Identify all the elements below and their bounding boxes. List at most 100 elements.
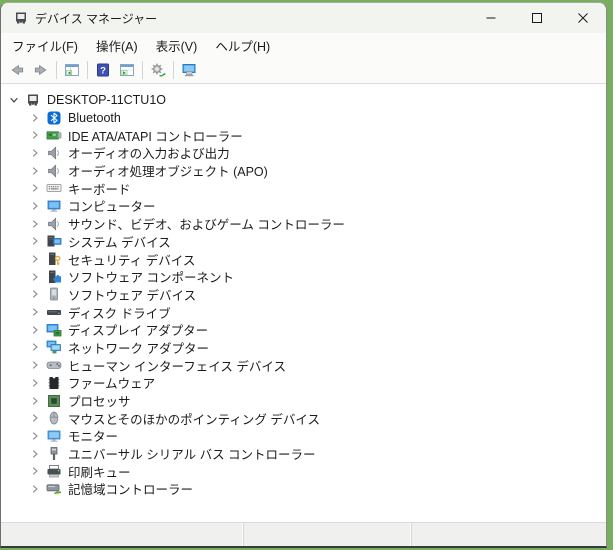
chevron-right-icon[interactable]: [28, 446, 42, 462]
menu-item-file[interactable]: ファイル(F): [3, 33, 87, 58]
action-pane-button[interactable]: [115, 59, 139, 81]
ide-controller-icon: [46, 131, 62, 140]
chevron-right-icon[interactable]: [28, 375, 42, 391]
tree-item-17[interactable]: プロセッサ: [1, 392, 606, 410]
tree-item-label: オーディオ処理オブジェクト (APO): [68, 165, 268, 180]
network-adapter-icon: [46, 339, 62, 355]
hid-icon: [46, 361, 62, 370]
tree-item-7[interactable]: サウンド、ビデオ、およびゲーム コントローラー: [1, 215, 606, 233]
close-button[interactable]: [560, 3, 606, 33]
chevron-right-icon[interactable]: [28, 481, 42, 497]
tree-item-label: ネットワーク アダプター: [68, 341, 209, 356]
chevron-right-icon[interactable]: [28, 216, 42, 232]
hid-icon: [46, 357, 62, 373]
chevron-right-icon[interactable]: [28, 269, 42, 285]
menu-item-help[interactable]: ヘルプ(H): [206, 33, 279, 58]
monitor-device-icon: [182, 64, 196, 77]
printer-icon: [46, 463, 62, 479]
software-component-icon: [46, 269, 62, 285]
forward-button[interactable]: [29, 59, 53, 81]
tree-item-15[interactable]: ヒューマン インターフェイス デバイス: [1, 356, 606, 374]
tree-item-11[interactable]: ソフトウェア デバイス: [1, 286, 606, 304]
tree-item-root[interactable]: DESKTOP-11CTU1O: [1, 91, 606, 109]
tree-item-22[interactable]: 記憶域コントローラー: [1, 480, 606, 498]
chevron-right-icon[interactable]: [28, 428, 42, 444]
arrow-right-icon: [34, 64, 47, 76]
tree-item-1[interactable]: Bluetooth: [1, 109, 606, 127]
chevron-right-icon[interactable]: [28, 163, 42, 179]
tree-item-9[interactable]: セキュリティ デバイス: [1, 250, 606, 268]
software-device-icon: [50, 288, 58, 301]
chevron-down-icon[interactable]: [7, 92, 21, 108]
tree-item-13[interactable]: ディスプレイ アダプター: [1, 321, 606, 339]
menu-item-action[interactable]: 操作(A): [87, 33, 147, 58]
speaker-icon: [46, 216, 62, 232]
chevron-right-icon[interactable]: [28, 180, 42, 196]
tree-item-label: 印刷キュー: [68, 465, 131, 480]
toolbar: ?: [1, 57, 606, 84]
minimize-button[interactable]: [468, 3, 514, 33]
chevron-right-icon[interactable]: [28, 322, 42, 338]
tree-item-10[interactable]: ソフトウェア コンポーネント: [1, 268, 606, 286]
tree-item-label: IDE ATA/ATAPI コントローラー: [68, 129, 243, 144]
chevron-right-icon[interactable]: [28, 410, 42, 426]
chevron-right-icon[interactable]: [28, 463, 42, 479]
chevron-right-icon[interactable]: [28, 357, 42, 373]
keyboard-icon: [46, 180, 62, 196]
tree-item-14[interactable]: ネットワーク アダプター: [1, 339, 606, 357]
tree-item-16[interactable]: ファームウェア: [1, 374, 606, 392]
tree-item-18[interactable]: マウスとそのほかのポインティング デバイス: [1, 409, 606, 427]
chevron-right-icon[interactable]: [28, 393, 42, 409]
chevron-right-icon[interactable]: [28, 339, 42, 355]
chevron-right-icon[interactable]: [28, 233, 42, 249]
tree-item-label: コンピューター: [68, 200, 156, 215]
tree-item-19[interactable]: モニター: [1, 427, 606, 445]
chevron-right-icon[interactable]: [28, 304, 42, 320]
chevron-right-icon[interactable]: [28, 145, 42, 161]
speaker-icon: [48, 217, 59, 231]
tree-item-6[interactable]: コンピューター: [1, 197, 606, 215]
tree-item-label: システム デバイス: [68, 235, 171, 250]
svg-text:?: ?: [100, 66, 106, 77]
window-title: デバイス マネージャー: [35, 11, 158, 26]
tree-item-label: 記憶域コントローラー: [68, 483, 194, 498]
computer-device-icon: [28, 94, 38, 106]
tree-item-21[interactable]: 印刷キュー: [1, 462, 606, 480]
tree-item-label: オーディオの入力および出力: [68, 147, 230, 162]
processor-icon: [46, 393, 62, 409]
keyboard-icon: [46, 184, 62, 193]
menu-item-view[interactable]: 表示(V): [147, 33, 207, 58]
chevron-right-icon[interactable]: [28, 198, 42, 214]
chevron-right-icon[interactable]: [28, 110, 42, 126]
processor-icon: [48, 394, 60, 407]
tree-item-8[interactable]: システム デバイス: [1, 233, 606, 251]
tree-item-20[interactable]: ユニバーサル シリアル バス コントローラー: [1, 445, 606, 463]
tree-item-12[interactable]: ディスク ドライブ: [1, 303, 606, 321]
computer-monitor-icon: [46, 198, 62, 214]
usb-icon: [46, 446, 62, 462]
show-console-tree-button[interactable]: [60, 59, 84, 81]
tree-item-2[interactable]: IDE ATA/ATAPI コントローラー: [1, 126, 606, 144]
chevron-right-icon[interactable]: [28, 251, 42, 267]
tree-item-5[interactable]: キーボード: [1, 179, 606, 197]
statusbar: [1, 522, 606, 546]
help-button[interactable]: ?: [91, 59, 115, 81]
tree-item-4[interactable]: オーディオ処理オブジェクト (APO): [1, 162, 606, 180]
device-view-button[interactable]: [177, 59, 201, 81]
tree-item-label: Bluetooth: [68, 110, 121, 125]
speaker-icon: [46, 163, 62, 179]
bluetooth-icon: [47, 111, 61, 125]
printer-icon: [47, 465, 61, 478]
tree-item-label: ユニバーサル シリアル バス コントローラー: [68, 448, 316, 463]
tree-item-3[interactable]: オーディオの入力および出力: [1, 144, 606, 162]
chevron-right-icon[interactable]: [28, 127, 42, 143]
chevron-right-icon[interactable]: [28, 286, 42, 302]
maximize-button[interactable]: [514, 3, 560, 33]
network-adapter-icon: [46, 341, 61, 354]
bluetooth-icon: [46, 110, 62, 126]
back-button[interactable]: [5, 59, 29, 81]
firmware-icon: [46, 375, 62, 391]
toolbar-separator: [142, 61, 143, 79]
titlebar: デバイス マネージャー: [1, 3, 606, 33]
scan-hardware-changes-button[interactable]: [146, 59, 170, 81]
